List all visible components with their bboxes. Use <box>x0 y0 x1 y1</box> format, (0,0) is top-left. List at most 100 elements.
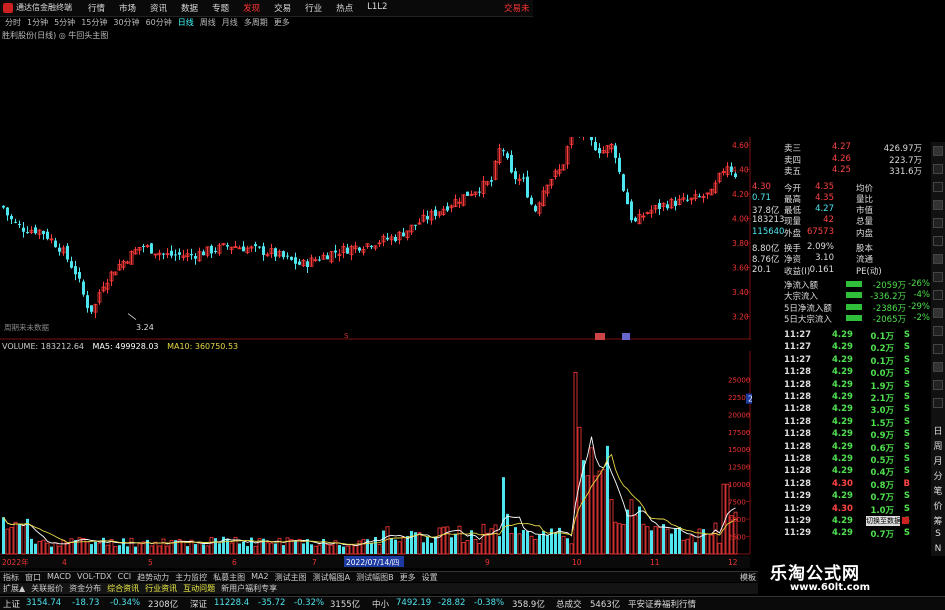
flag-icon[interactable] <box>933 218 943 228</box>
link-icon[interactable] <box>933 380 943 390</box>
book-icon[interactable] <box>933 326 943 336</box>
indicator-tab-11[interactable]: 测试幅图B <box>356 572 394 582</box>
tick-row[interactable]: 11:28 4.29 3.0万 S <box>752 404 930 416</box>
trade-status[interactable]: 交易未 <box>504 2 530 14</box>
menu-item-5[interactable]: 发现 <box>243 2 260 14</box>
tick-row[interactable]: 11:28 4.29 0.6万 S <box>752 442 930 454</box>
period-tab-8[interactable]: 月线 <box>222 17 238 28</box>
tick-row[interactable]: 11:29 4.29 0.7万 S <box>752 491 930 503</box>
tick-row[interactable]: 11:28 4.29 0.9万 S <box>752 429 930 441</box>
info-marker-icon[interactable] <box>622 333 630 340</box>
volume-bar <box>41 539 46 555</box>
tick-row[interactable]: 11:28 4.29 0.5万 S <box>752 454 930 466</box>
volume-bar <box>153 541 158 555</box>
period-tab-2[interactable]: 5分钟 <box>54 17 75 28</box>
sidebar-tab-6[interactable]: 筹 <box>932 514 944 527</box>
sidebar-tab-4[interactable]: 笔 <box>932 484 944 497</box>
lock-icon[interactable] <box>933 344 943 354</box>
event-marker-icon[interactable] <box>595 333 605 340</box>
volume-bar <box>69 538 74 555</box>
menu-item-9[interactable]: L1L2 <box>367 2 387 14</box>
tick-row[interactable]: 11:27 4.29 0.1万 S <box>752 330 930 342</box>
menu-item-7[interactable]: 行业 <box>305 2 322 14</box>
indicator-tab-1[interactable]: 窗口 <box>25 572 41 582</box>
arrow-icon[interactable] <box>933 290 943 300</box>
news-ticker[interactable]: 平安证券福利行情 <box>628 598 696 610</box>
info-tab-0[interactable]: 扩展▲ <box>3 583 25 594</box>
indicator-tab-3[interactable]: VOL-TDX <box>77 572 112 582</box>
period-tab-10[interactable]: 更多 <box>274 17 290 28</box>
period-tab-3[interactable]: 15分钟 <box>81 17 107 28</box>
tick-side: S <box>903 379 910 390</box>
chart-icon[interactable] <box>933 182 943 192</box>
sidebar-tab-3[interactable]: 分 <box>932 469 944 482</box>
indicator-tab-13[interactable]: 设置 <box>422 572 438 582</box>
menu-item-4[interactable]: 专题 <box>212 2 229 14</box>
info-tab-2[interactable]: 资金分布 <box>69 583 101 594</box>
menu-item-2[interactable]: 资讯 <box>150 2 167 14</box>
star-icon[interactable] <box>933 164 943 174</box>
period-tab-0[interactable]: 分时 <box>5 17 21 28</box>
tick-price: 4.29 <box>832 429 853 440</box>
tick-row[interactable]: 11:28 4.30 0.8万 B <box>752 479 930 491</box>
tick-row[interactable]: 11:27 4.29 0.1万 S <box>752 355 930 367</box>
tick-row[interactable]: 11:28 4.29 1.5万 S <box>752 417 930 429</box>
indicator-tab-0[interactable]: 指标 <box>3 572 19 582</box>
info-tab-1[interactable]: 关联报价 <box>31 583 63 594</box>
volume-chart[interactable]: 2500022500200001750015000125001000075005… <box>0 351 752 570</box>
indicator-tab-9[interactable]: 测试主图 <box>275 572 307 582</box>
menu-item-8[interactable]: 热点 <box>336 2 353 14</box>
period-tab-9[interactable]: 多周期 <box>244 17 268 28</box>
search-icon[interactable] <box>933 362 943 372</box>
period-tab-6[interactable]: 日线 <box>178 17 194 28</box>
tick-row[interactable]: 11:27 4.29 0.2万 S <box>752 342 930 354</box>
indicator-tab-8[interactable]: MA2 <box>251 572 268 582</box>
info-tab-3[interactable]: 综合资讯 <box>107 583 139 594</box>
grid-icon[interactable] <box>933 146 943 156</box>
sidebar-tab-1[interactable]: 周 <box>932 439 944 452</box>
list-icon[interactable] <box>933 200 943 210</box>
info-tab-6[interactable]: 新用户福利专享 <box>221 583 277 594</box>
indicator-tab-14[interactable]: 模板 <box>740 572 756 582</box>
sidebar-tab-5[interactable]: 价 <box>932 499 944 512</box>
menu-item-6[interactable]: 交易 <box>274 2 291 14</box>
info-tab-4[interactable]: 行业资讯 <box>145 583 177 594</box>
info-tab-5[interactable]: 互动问题 <box>183 583 215 594</box>
sidebar-tab-2[interactable]: 月 <box>932 454 944 467</box>
indicator-tab-2[interactable]: MACD <box>47 572 71 582</box>
period-tab-1[interactable]: 1分钟 <box>27 17 48 28</box>
indicator-tab-10[interactable]: 测试幅图A <box>313 572 350 582</box>
close-icon[interactable] <box>902 517 909 524</box>
period-tab-5[interactable]: 60分钟 <box>146 17 172 28</box>
indicator-tab-4[interactable]: CCI <box>118 572 132 582</box>
menu-item-3[interactable]: 数据 <box>181 2 198 14</box>
indicator-tab-5[interactable]: 趋势动力 <box>137 572 169 582</box>
tick-row[interactable]: 11:29 4.30 1.0万 S <box>752 504 930 516</box>
tick-popup[interactable]: 切换至数据 <box>866 516 900 526</box>
menu-item-1[interactable]: 市场 <box>119 2 136 14</box>
sidebar-tab-7[interactable]: S <box>932 529 944 539</box>
tick-row[interactable]: 11:28 4.29 0.0万 S <box>752 367 930 379</box>
volume-bar <box>126 546 129 554</box>
sidebar-tab-0[interactable]: 日 <box>932 424 944 437</box>
menu-item-0[interactable]: 行情 <box>88 2 105 14</box>
indicator-tab-6[interactable]: 主力监控 <box>175 572 207 582</box>
tick-row[interactable]: 11:28 4.29 2.1万 S <box>752 392 930 404</box>
tick-side: S <box>903 528 910 539</box>
indicator-tab-12[interactable]: 更多 <box>400 572 416 582</box>
gear-icon[interactable] <box>933 308 943 318</box>
user-icon[interactable] <box>933 254 943 264</box>
sidebar-tab-8[interactable]: N <box>932 544 944 554</box>
ma10-value: MA10: 360750.53 <box>167 342 239 351</box>
tick-row[interactable]: 11:28 4.29 1.9万 S <box>752 379 930 392</box>
tick-row[interactable]: 11:29 4.29 0.7万 S <box>752 528 930 540</box>
indicator-tab-7[interactable]: 私募主图 <box>213 572 245 582</box>
period-tab-7[interactable]: 周线 <box>200 17 216 28</box>
period-tab-4[interactable]: 30分钟 <box>113 17 139 28</box>
note-icon[interactable] <box>933 272 943 282</box>
mail-icon[interactable] <box>933 398 943 408</box>
bell-icon[interactable] <box>933 236 943 246</box>
candle-body <box>46 231 49 239</box>
kline-chart[interactable]: 4.60 4.40 4.20 4.00 3.80 3.60 3.40 3.20 3.24 周期… <box>0 137 752 340</box>
tick-row[interactable]: 11:28 4.29 0.4万 S <box>752 466 930 478</box>
